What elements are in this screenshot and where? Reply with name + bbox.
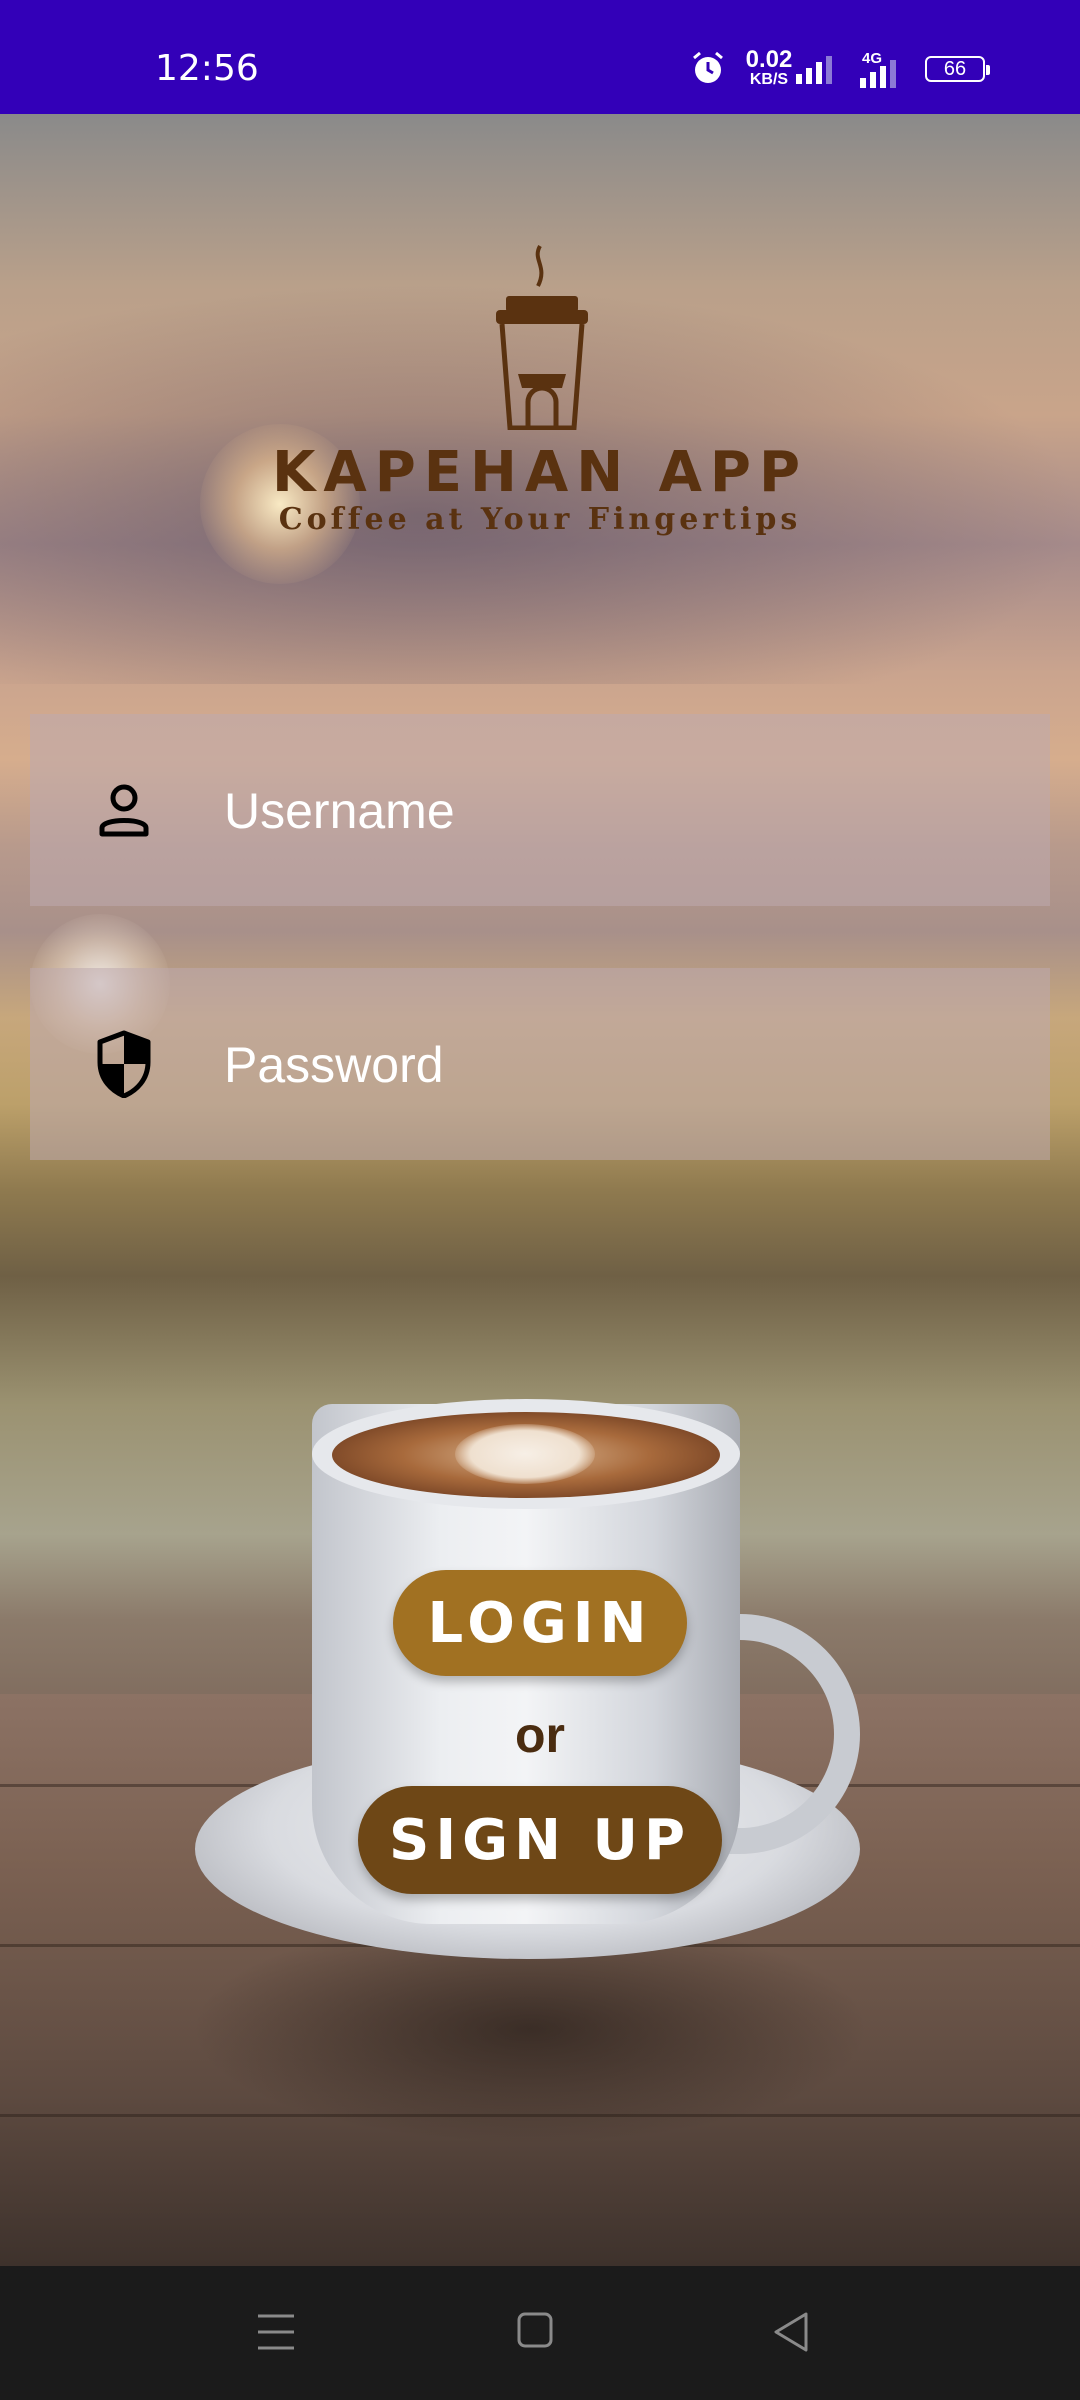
signal-icon bbox=[796, 56, 832, 84]
login-button[interactable]: LOGIN bbox=[393, 1570, 687, 1676]
or-separator: or bbox=[515, 1707, 565, 1763]
person-icon bbox=[99, 784, 149, 837]
password-field[interactable] bbox=[30, 968, 1050, 1162]
back-triangle-icon[interactable] bbox=[772, 2310, 812, 2354]
signup-button[interactable]: SIGN UP bbox=[358, 1786, 722, 1894]
coffee-cup-logo-icon bbox=[496, 245, 588, 430]
menu-icon[interactable] bbox=[256, 2310, 296, 2354]
shield-icon bbox=[97, 1030, 151, 1098]
status-time: 12:56 bbox=[155, 48, 259, 89]
latte-art bbox=[455, 1424, 595, 1484]
signal-2-icon bbox=[860, 60, 896, 88]
status-bar: 12:56 0.02 KB/S 4G 66 bbox=[0, 0, 1080, 114]
username-field[interactable] bbox=[30, 714, 1050, 908]
home-square-icon[interactable] bbox=[516, 2310, 554, 2350]
background-image bbox=[0, 114, 1080, 2266]
app-title: KAPEHAN APP bbox=[271, 440, 809, 505]
app-tagline: Coffee at Your Fingertips bbox=[278, 502, 802, 537]
battery-icon: 66 bbox=[925, 56, 990, 82]
alarm-icon bbox=[693, 51, 723, 83]
username-input[interactable] bbox=[222, 714, 1026, 908]
password-input[interactable] bbox=[222, 968, 1026, 1162]
system-nav-bar bbox=[0, 2266, 1080, 2400]
